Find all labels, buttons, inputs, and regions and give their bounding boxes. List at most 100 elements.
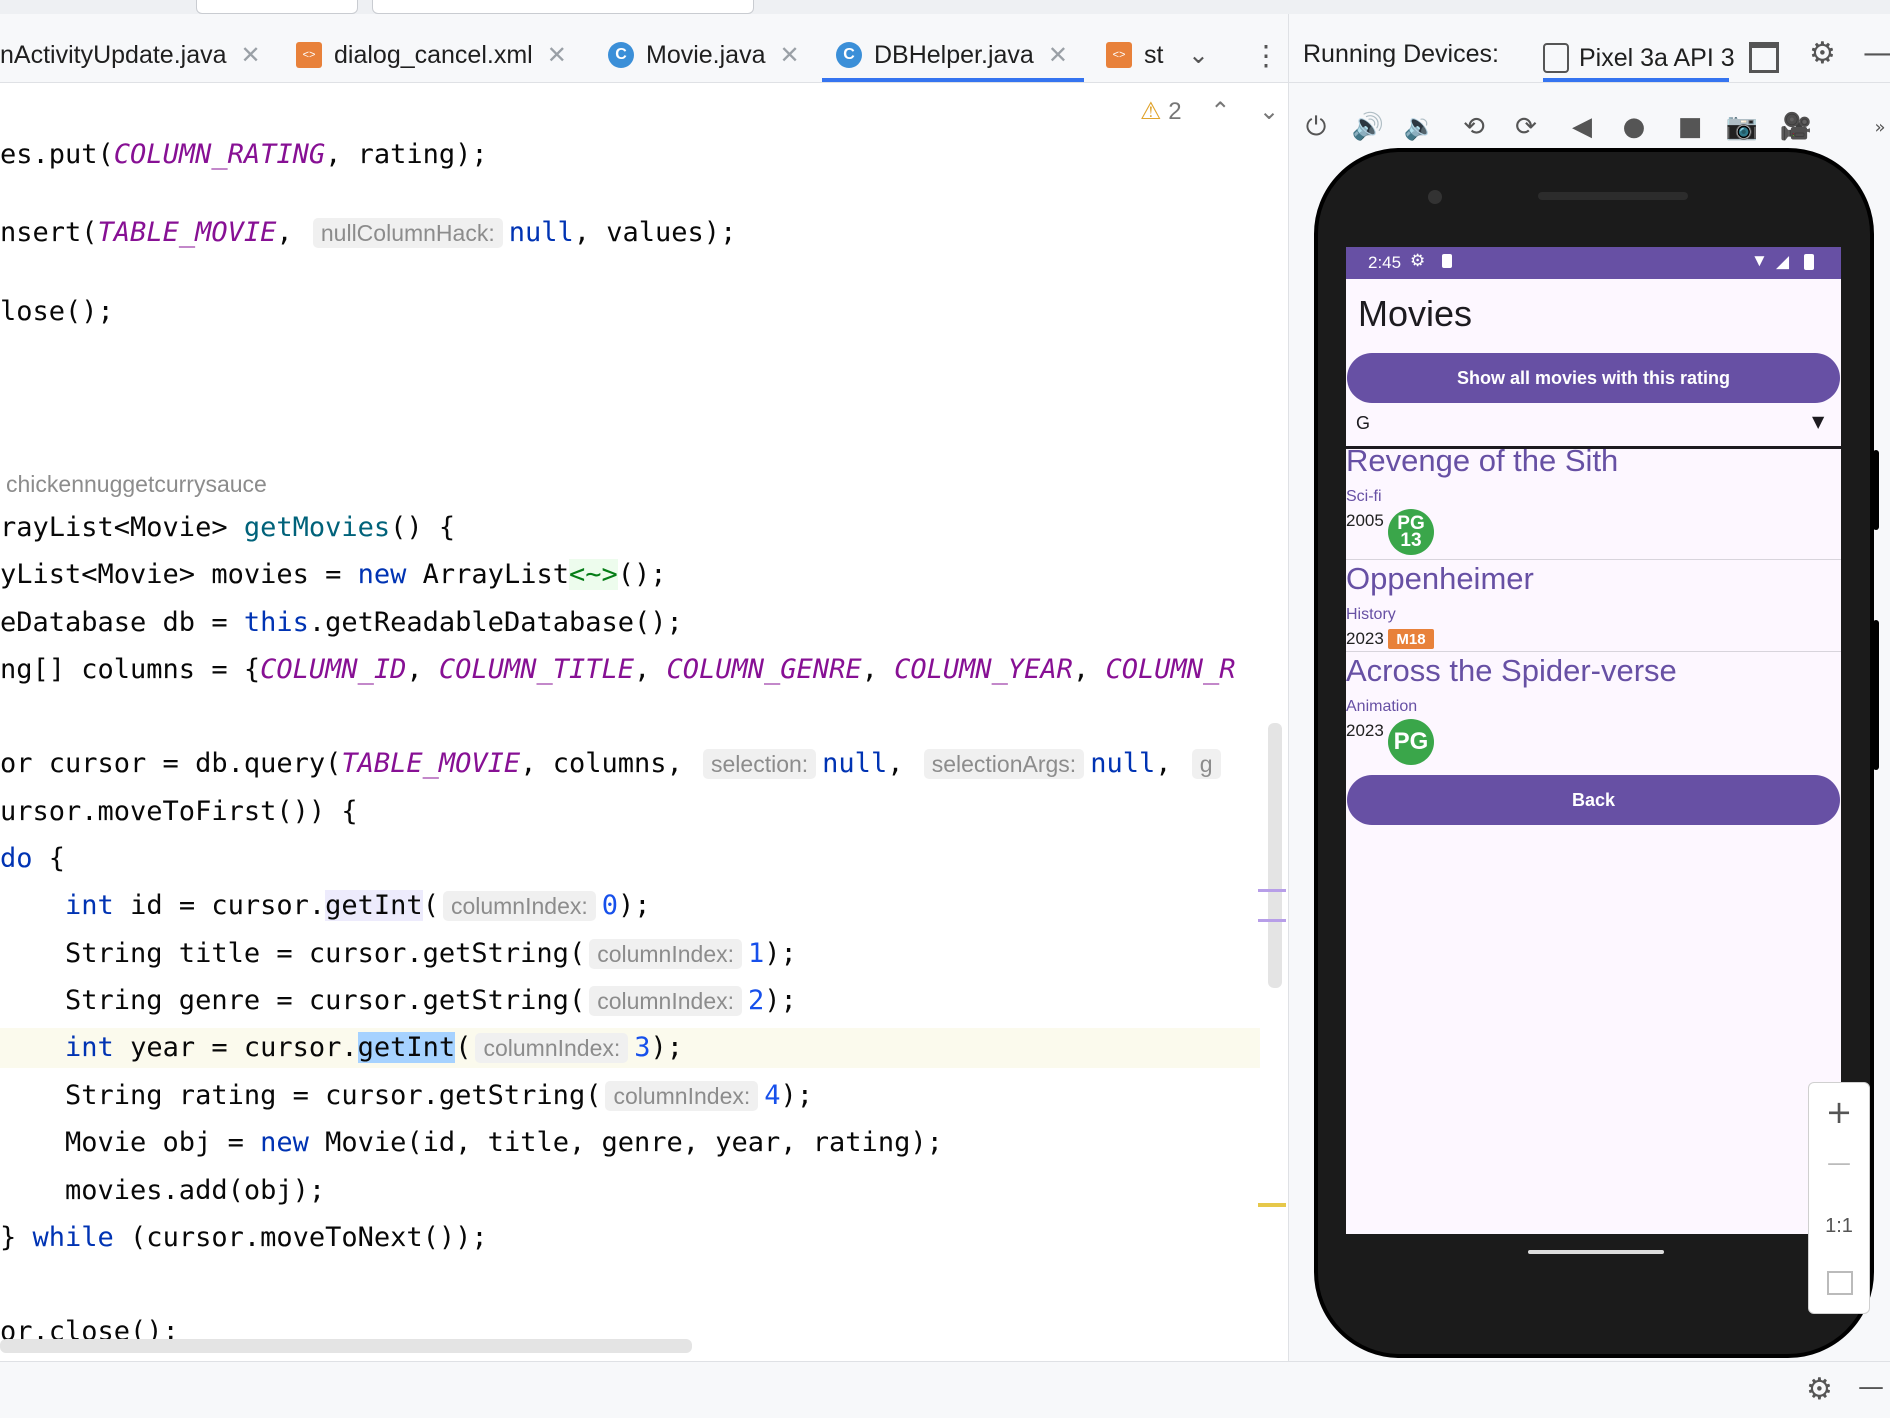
back-icon[interactable]: ◀ [1567,112,1597,142]
warning-count: 2 [1168,98,1182,125]
movie-year: 2023 [1346,629,1384,648]
close-icon[interactable]: ✕ [780,41,800,70]
run-config-selector[interactable] [196,0,358,14]
tab-main-activity-update[interactable]: nActivityUpdate.java ✕ [0,28,261,82]
device-tab[interactable]: Pixel 3a API 3 [1543,34,1735,82]
code-line: rayList<Movie> getMovies() { [0,512,456,543]
gear-icon[interactable]: ⚙ [1809,36,1836,71]
vertical-scrollbar[interactable] [1268,723,1282,988]
gear-icon[interactable]: ⚙ [1806,1372,1833,1407]
code-line: String genre = cursor.getString(columnIn… [0,985,797,1016]
device-icon [1543,43,1569,73]
close-icon[interactable]: ✕ [1048,41,1068,70]
param-hint: nullColumnHack: [312,218,503,248]
code-line: int id = cursor.getInt(columnIndex: 0); [65,890,651,921]
minimize-icon[interactable]: — [1858,1372,1884,1402]
tab-strings[interactable]: <> st [1106,28,1163,82]
tab-label: st [1144,40,1164,69]
power-icon[interactable]: ⏻ [1301,112,1331,142]
status-time: 2:45 [1368,253,1402,272]
code-line: } while (cursor.moveToNext()); [0,1222,488,1253]
param-hint: columnIndex: [442,891,596,921]
code-line: yList<Movie> movies = new ArrayList<~>()… [0,559,667,590]
tab-label: Movie.java [646,40,766,69]
warning-icon: ⚠ [1140,98,1162,125]
movie-year: 2005 [1346,511,1384,530]
code-line: do { [0,843,66,874]
device-tab-label: Pixel 3a API 3 [1579,43,1735,72]
movie-title: Across the Spider-verse [1346,653,1677,688]
top-toolbar-strip [0,0,1890,15]
divider [1289,82,1890,83]
window-icon[interactable] [1749,42,1779,73]
home-gesture-bar[interactable] [1528,1250,1664,1254]
code-editor[interactable]: ⚠ 2 ⌃ ⌄ es.put(COLUMN_RATING, rating); n… [0,83,1288,1361]
more-options-icon[interactable]: ⋮ [1252,28,1280,82]
rotate-right-icon[interactable]: ⟳ [1511,112,1541,142]
next-highlight-icon[interactable]: ⌄ [1259,98,1279,125]
code-line: lose(); [0,296,114,327]
home-icon[interactable]: ● [1619,112,1649,142]
rating-badge-pg13: PG 13 [1388,509,1434,555]
battery-icon [1804,254,1814,270]
show-all-movies-button[interactable]: Show all movies with this rating [1347,353,1840,403]
tab-label: dialog_cancel.xml [334,40,533,69]
code-line: movies.add(obj); [0,1175,326,1206]
param-hint: columnIndex: [475,1033,629,1063]
phone-screen: 2:45 ⚙ ▼ ◢ Movies Show all movies with t… [1346,247,1841,1234]
error-stripe-marker[interactable] [1258,889,1286,892]
camera-icon [1428,190,1442,204]
zoom-controls: + — 1:1 [1808,1082,1870,1314]
param-hint: columnIndex: [589,939,743,969]
speaker-grille [1538,192,1688,200]
warning-stripe-marker[interactable] [1258,1203,1286,1207]
back-button[interactable]: Back [1347,775,1840,825]
tab-overflow-chevron-icon[interactable]: ⌄ [1188,28,1209,82]
bottom-tool-bar: ⚙ — [0,1361,1890,1418]
spinner-value: G [1356,413,1371,433]
author-hint: chickennuggetcurrysauce [6,471,267,497]
previous-highlight-icon[interactable]: ⌃ [1210,98,1230,125]
volume-down-icon[interactable]: 🔉 [1404,112,1436,142]
volume-up-icon[interactable]: 🔊 [1352,112,1384,142]
rating-badge-pg: PG [1388,719,1434,765]
divider [1346,651,1841,652]
power-side-button[interactable] [1873,450,1879,530]
zoom-out-icon[interactable]: — [1809,1149,1869,1177]
xml-file-icon: <> [1106,42,1132,68]
close-icon[interactable]: ✕ [241,41,261,70]
error-stripe-marker[interactable] [1258,919,1286,922]
dropdown-arrow-icon: ▼ [1812,412,1825,431]
xml-file-icon: <> [296,42,322,68]
tab-movie-java[interactable]: C Movie.java ✕ [608,28,800,82]
tab-dialog-cancel[interactable]: <> dialog_cancel.xml ✕ [296,28,567,82]
volume-side-button[interactable] [1873,620,1879,770]
close-icon[interactable]: ✕ [547,41,567,70]
screen-record-icon[interactable]: 🎥 [1780,112,1812,142]
code-line: ng[] columns = {COLUMN_ID, COLUMN_TITLE,… [0,654,1236,685]
device-selector[interactable] [372,0,754,14]
zoom-fit-icon[interactable] [1827,1271,1853,1295]
class-icon: C [836,42,862,68]
param-hint: columnIndex: [589,986,743,1016]
horizontal-scrollbar[interactable] [0,1339,692,1353]
param-hint: g [1191,749,1221,779]
code-line: nsert(TABLE_MOVIE, nullColumnHack: null, … [0,217,737,248]
param-hint: selection: [703,749,817,779]
overview-icon[interactable]: ■ [1675,112,1705,142]
signal-icon: ◢ [1776,252,1790,271]
inspection-widget[interactable]: ⚠ 2 ⌃ ⌄ [1140,97,1279,126]
tab-dbhelper-java[interactable]: C DBHelper.java ✕ [822,28,1084,82]
zoom-actual-size[interactable]: 1:1 [1809,1215,1869,1238]
rotate-left-icon[interactable]: ⟲ [1459,112,1489,142]
more-tools-icon[interactable]: » [1865,112,1890,142]
param-hint: columnIndex: [605,1081,759,1111]
code-line: es.put(COLUMN_RATING, rating); [0,139,488,170]
screenshot-icon[interactable]: 📷 [1726,112,1758,142]
tab-label: DBHelper.java [874,40,1034,69]
zoom-in-icon[interactable]: + [1809,1093,1869,1131]
minimize-icon[interactable]: — [1863,36,1890,71]
wifi-icon: ▼ [1751,251,1768,270]
panel-title: Running Devices: [1303,40,1499,68]
code-line: eDatabase db = this.getReadableDatabase(… [0,607,683,638]
